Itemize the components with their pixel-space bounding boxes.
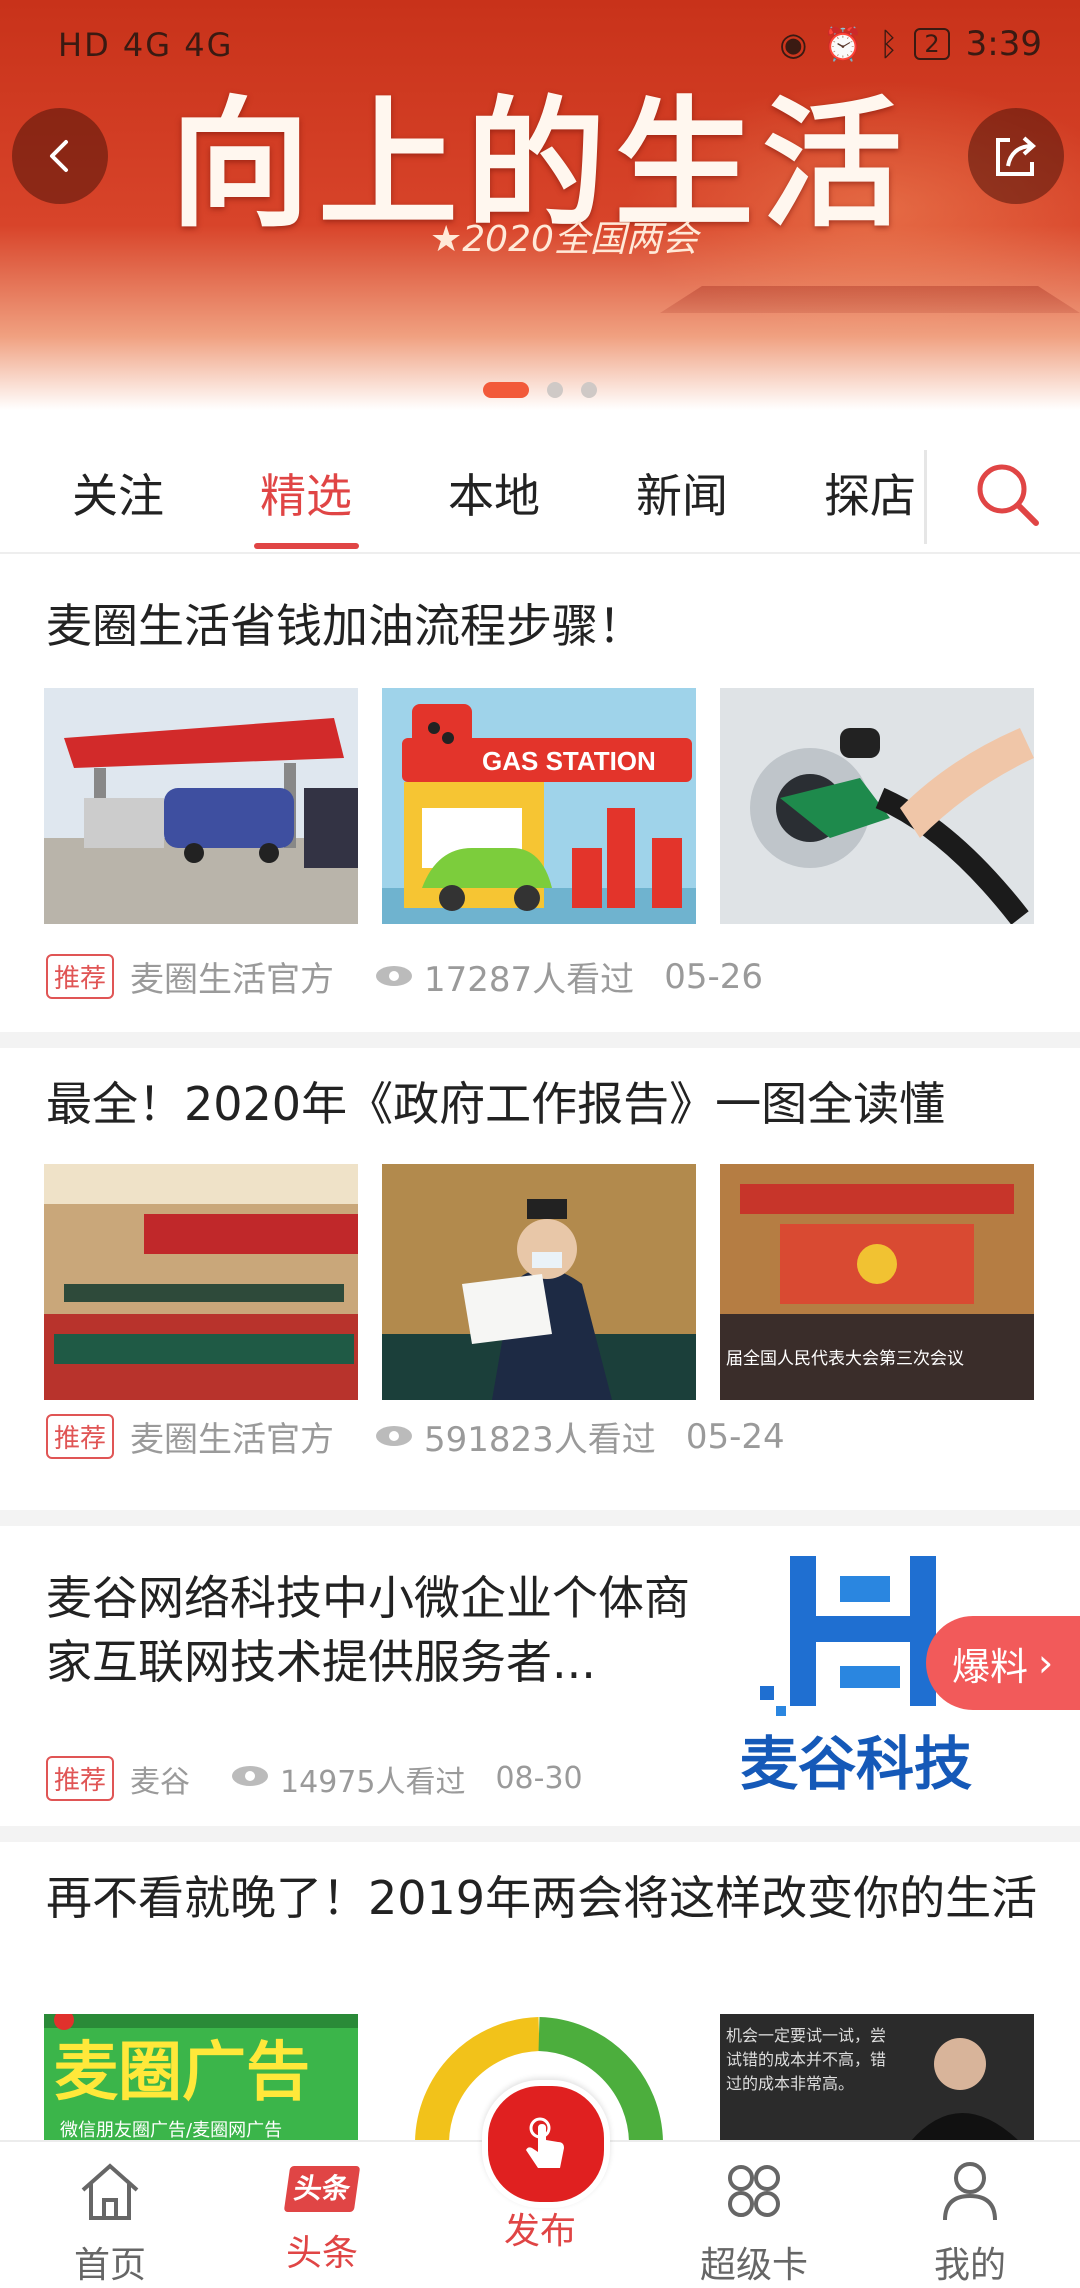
article-title: 麦圈生活省钱加油流程步骤！ (46, 599, 644, 653)
article-card[interactable]: 麦谷网络科技中小微企业个体商家互联网技术提供服务者... 推荐 麦谷 14975… (0, 1526, 1080, 1842)
bluetooth-icon: ᛒ (879, 25, 899, 63)
article-card[interactable]: 最全！2020年《政府工作报告》一图全读懂 届全国人民代表大会第三次会议 推荐 … (0, 1048, 1080, 1526)
article-date: 08-30 (495, 1761, 583, 1796)
carousel-dot (581, 382, 597, 398)
battery-indicator: 2 (914, 28, 950, 60)
category-tabs: 关注 精选 本地 新闻 探店 (0, 440, 1080, 554)
speaker-quote-image: 机会一定要试一试，尝试错的成本并不高，错过的成本非常高。 (720, 2014, 1034, 2142)
recommend-tag: 推荐 (46, 1756, 115, 1801)
article-title: 最全！2020年《政府工作报告》一图全读懂 (46, 1077, 946, 1131)
back-button[interactable] (12, 108, 108, 204)
tab-local[interactable]: 本地 (448, 460, 540, 526)
status-bar: HD 4G 4G ◉ ⏰ ᛒ 2 3:39 (0, 0, 1080, 90)
home-icon (81, 2163, 139, 2220)
ad-banner-image: 麦圈广告 微信朋友圈广告/麦圈网广告 (44, 2014, 358, 2142)
user-icon (943, 2162, 997, 2221)
tab-featured[interactable]: 精选 (260, 460, 352, 526)
search-button[interactable] (968, 455, 1048, 535)
maigu-logo-text: 麦谷科技 (740, 1730, 972, 1798)
carousel-dot (547, 382, 563, 398)
article-source: 麦圈生活官方 (130, 960, 335, 1000)
article-views: 17287人看过 (424, 960, 635, 1000)
article-meta: 推荐 麦谷 14975人看过 08-30 (46, 1756, 583, 1801)
alarm-icon: ⏰ (823, 25, 864, 63)
nav-profile[interactable]: 我的 (900, 2142, 1040, 2288)
tab-follow[interactable]: 关注 (72, 460, 164, 526)
views-eye-icon (374, 1417, 414, 1457)
status-time: 3:39 (965, 24, 1042, 64)
meeting-hall-image (44, 1164, 358, 1400)
article-meta: 推荐 麦圈生活官方 591823人看过 05-24 (46, 1412, 785, 1461)
back-arrow-icon (50, 140, 68, 172)
nav-home[interactable]: 首页 (40, 2142, 180, 2288)
article-date: 05-24 (685, 1416, 785, 1457)
article-views: 14975人看过 (280, 1764, 466, 1800)
article-title: 再不看就晚了！2019年两会将这样改变你的生活 (46, 1871, 1038, 1925)
tap-hand-icon (526, 2117, 564, 2168)
article-source: 麦圈生活官方 (130, 1420, 335, 1460)
speaker-quote-text: 机会一定要试一试，尝试错的成本并不高，错过的成本非常高。 (726, 2026, 887, 2093)
fuel-nozzle-image (720, 688, 1034, 924)
official-reading-image (382, 1164, 696, 1400)
share-button[interactable] (968, 108, 1064, 204)
article-source: 麦谷 (130, 1764, 191, 1800)
carousel-dot-active (483, 382, 529, 398)
nav-label: 我的 (933, 2245, 1006, 2286)
nav-label: 首页 (73, 2245, 146, 2286)
article-card[interactable]: 麦圈生活省钱加油流程步骤！ GAS STATION 推荐 麦圈生活官方 1728… (0, 554, 1080, 1048)
tab-divider (924, 450, 927, 544)
bottom-navigation: 首页 头条 头条 发布 超级卡 我的 (0, 2080, 1080, 2286)
gas-station-sign: GAS STATION (482, 746, 656, 776)
recommend-tag: 推荐 (46, 954, 115, 999)
nav-label: 超级卡 (699, 2245, 808, 2286)
signal-indicators: HD 4G 4G (58, 26, 234, 64)
nav-label: 头条 (285, 2233, 358, 2274)
gas-station-cartoon-image: GAS STATION (382, 688, 696, 924)
share-icon (996, 136, 1037, 176)
banner-subtitle: ★2020全国两会 (430, 219, 698, 260)
article-title: 麦谷网络科技中小微企业个体商家互联网技术提供服务者... (46, 1571, 690, 1689)
carousel-indicator (0, 382, 1080, 398)
active-tab-underline (254, 543, 359, 549)
publish-button[interactable] (482, 2080, 610, 2208)
baoliao-label: 爆料 (952, 1644, 1029, 1689)
article-meta: 推荐 麦圈生活官方 17287人看过 05-26 (46, 952, 763, 1001)
tab-news[interactable]: 新闻 (636, 460, 728, 526)
tab-explore-shops[interactable]: 探店 (824, 460, 916, 526)
views-eye-icon (374, 957, 414, 997)
eye-care-icon: ◉ (779, 25, 808, 63)
recommend-tag: 推荐 (46, 1414, 115, 1459)
assembly-caption: 届全国人民代表大会第三次会议 (726, 1349, 964, 1368)
chevron-right-icon: › (1038, 1641, 1054, 1685)
headline-icon: 头条 (283, 2166, 361, 2212)
nav-super-card[interactable]: 超级卡 (684, 2142, 824, 2288)
article-views: 591823人看过 (424, 1420, 656, 1460)
search-icon (977, 464, 1039, 526)
grid-icon (728, 2165, 780, 2217)
assembly-hall-image: 届全国人民代表大会第三次会议 (720, 1164, 1034, 1400)
ad-banner-title: 麦圈广告 (54, 2036, 310, 2110)
nav-headlines[interactable]: 头条 头条 (252, 2142, 392, 2276)
baoliao-badge[interactable]: 爆料 › (926, 1616, 1080, 1710)
gas-station-trucks-image (44, 688, 358, 924)
ad-banner-caption: 微信朋友圈广告/麦圈网广告 (60, 2120, 282, 2141)
views-eye-icon (230, 1761, 270, 1796)
status-right: ◉ ⏰ ᛒ 2 3:39 (779, 24, 1042, 64)
nav-publish-label: 发布 (503, 2211, 576, 2252)
article-date: 05-26 (664, 956, 763, 997)
